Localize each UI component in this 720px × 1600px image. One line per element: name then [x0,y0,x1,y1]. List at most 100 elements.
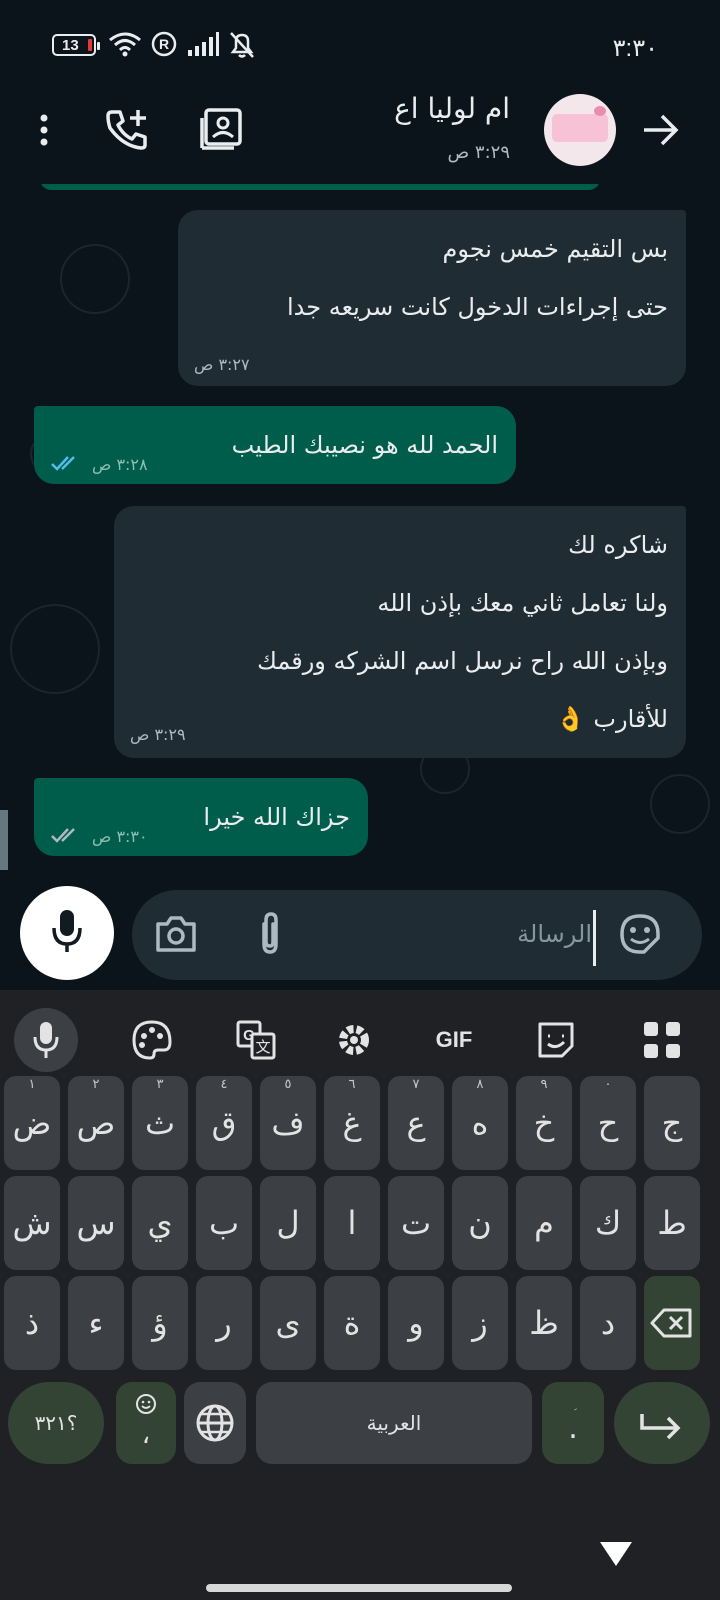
scroll-indicator[interactable] [0,810,8,870]
status-time: ٣:٣٠ [612,35,658,62]
avatar-bow-image [594,106,606,116]
svg-text:文: 文 [255,1038,270,1056]
key-ta[interactable]: ت [388,1176,444,1270]
key-jeem[interactable]: ج [644,1076,700,1170]
svg-text:R: R [159,36,169,52]
message-bubble-incoming[interactable]: شاكره لك ولنا تعامل ثاني معك بإذن الله و… [114,506,686,758]
battery-low-indicator [88,39,92,51]
key-ghain[interactable]: ٦غ [324,1076,380,1170]
signal-icon [188,32,219,56]
battery-tip [97,42,100,50]
key-khaa[interactable]: ٩خ [516,1076,572,1170]
enter-key[interactable] [614,1382,710,1464]
attach-icon[interactable] [252,910,288,958]
message-bubble-incoming[interactable]: بس التقيم خمس نجوم حتى إجراءات الدخول كا… [178,210,686,386]
key-sheen[interactable]: ش [4,1176,60,1270]
chat-messages[interactable]: بس التقيم خمس نجوم حتى إجراءات الدخول كا… [0,184,720,990]
last-seen: ٣:٢٩ ص [447,142,510,163]
message-bubble-outgoing[interactable]: جزاك الله خيرا ٣:٣٠ ص [34,778,368,856]
key-dal[interactable]: د [580,1276,636,1370]
key-waw[interactable]: و [388,1276,444,1370]
more-options-icon[interactable] [24,110,64,150]
palette-icon[interactable] [120,1008,184,1072]
language-key[interactable] [184,1382,246,1464]
message-time: ٣:٢٨ ص [92,455,148,474]
translate-icon[interactable]: G 文 [224,1008,288,1072]
message-composer[interactable] [132,890,702,980]
message-bubble-outgoing[interactable]: الحمد لله هو نصيبك الطيب ٣:٢٨ ص [34,406,516,484]
space-key[interactable]: العربية [256,1382,532,1464]
wallpaper-doodle [60,244,130,314]
gesture-nav-bar[interactable] [206,1584,512,1592]
keyboard-voice-button[interactable] [14,1008,78,1072]
clipboard-icon[interactable] [524,1008,588,1072]
key-alef-maqsura[interactable]: ى [260,1276,316,1370]
key-thaa[interactable]: ٣ث [132,1076,188,1170]
key-qaf[interactable]: ٤ق [196,1076,252,1170]
registered-icon: R [151,31,177,57]
battery-icon: 13 [52,34,100,56]
keyboard-collapse-icon[interactable] [600,1542,632,1566]
key-seen[interactable]: س [68,1176,124,1270]
period-key[interactable]: ؚ . [542,1382,604,1464]
emoji-comma-key[interactable]: ، [116,1382,176,1464]
message-text: ولنا تعامل ثاني معك بإذن الله [377,589,668,617]
comma-label: ، [141,1420,151,1450]
contact-card-icon[interactable] [200,106,246,152]
key-alef[interactable]: ا [324,1176,380,1270]
backspace-icon [650,1308,692,1338]
symbols-key[interactable]: ؟٣٢١ [8,1382,104,1464]
wifi-icon [109,32,141,57]
message-time: ٣:٢٩ ص [130,725,186,744]
message-input[interactable] [292,914,592,954]
chat-header: ام لوليا اع ٣:٢٩ ص [0,88,720,184]
settings-icon[interactable] [322,1008,386,1072]
message-text: وبإذن الله راح نرسل اسم الشركه ورقمك [257,647,668,675]
key-haa[interactable]: ٠ح [580,1076,636,1170]
emoji-icon [136,1394,156,1414]
keyboard[interactable]: G 文 GIF ج ٠ح ٩خ ٨ه ٧ع ٦غ ٥ف ٤ق ٣ث ٢ص ١ض … [0,990,720,1600]
key-waw-hamza[interactable]: ؤ [132,1276,188,1370]
voice-message-button[interactable] [20,886,114,980]
mic-icon [33,1022,59,1058]
key-ain[interactable]: ٧ع [388,1076,444,1170]
gif-button[interactable]: GIF [422,1008,486,1072]
key-lam[interactable]: ل [260,1176,316,1270]
backspace-key[interactable] [644,1276,700,1370]
key-noon[interactable]: ن [452,1176,508,1270]
key-zain[interactable]: ز [452,1276,508,1370]
message-text: للأقارب 👌 [555,705,668,733]
avatar[interactable] [544,94,616,166]
key-sad[interactable]: ٢ص [68,1076,124,1170]
key-kaf[interactable]: ك [580,1176,636,1270]
delivered-ticks-icon [51,828,75,843]
mic-icon [52,910,82,952]
message-time: ٣:٢٧ ص [194,355,250,374]
key-thal[interactable]: ذ [4,1276,60,1370]
apps-grid-icon[interactable] [630,1008,694,1072]
add-call-icon[interactable] [104,106,150,152]
back-arrow-icon[interactable] [640,110,682,150]
avatar-card-image [552,114,608,142]
key-raa[interactable]: ر [196,1276,252,1370]
camera-icon[interactable] [154,914,198,954]
previous-message-bubble [40,184,600,190]
contact-name[interactable]: ام لوليا اع [394,92,510,125]
sticker-icon[interactable] [618,912,662,956]
mute-icon [230,32,254,58]
key-meem[interactable]: م [516,1176,572,1270]
key-zaa[interactable]: ظ [516,1276,572,1370]
wallpaper-doodle [10,604,100,694]
key-yaa[interactable]: ي [132,1176,188,1270]
key-ha[interactable]: ٨ه [452,1076,508,1170]
period-hint: ؚ [542,1390,604,1410]
key-taa[interactable]: ط [644,1176,700,1270]
key-dad[interactable]: ١ض [4,1076,60,1170]
key-taa-marbuta[interactable]: ة [324,1276,380,1370]
read-ticks-icon [51,456,75,471]
key-hamza[interactable]: ء [68,1276,124,1370]
key-faa[interactable]: ٥ف [260,1076,316,1170]
key-baa[interactable]: ب [196,1176,252,1270]
period-label: . [568,1411,578,1446]
status-bar: 13 R ٣:٣٠ [0,0,720,88]
